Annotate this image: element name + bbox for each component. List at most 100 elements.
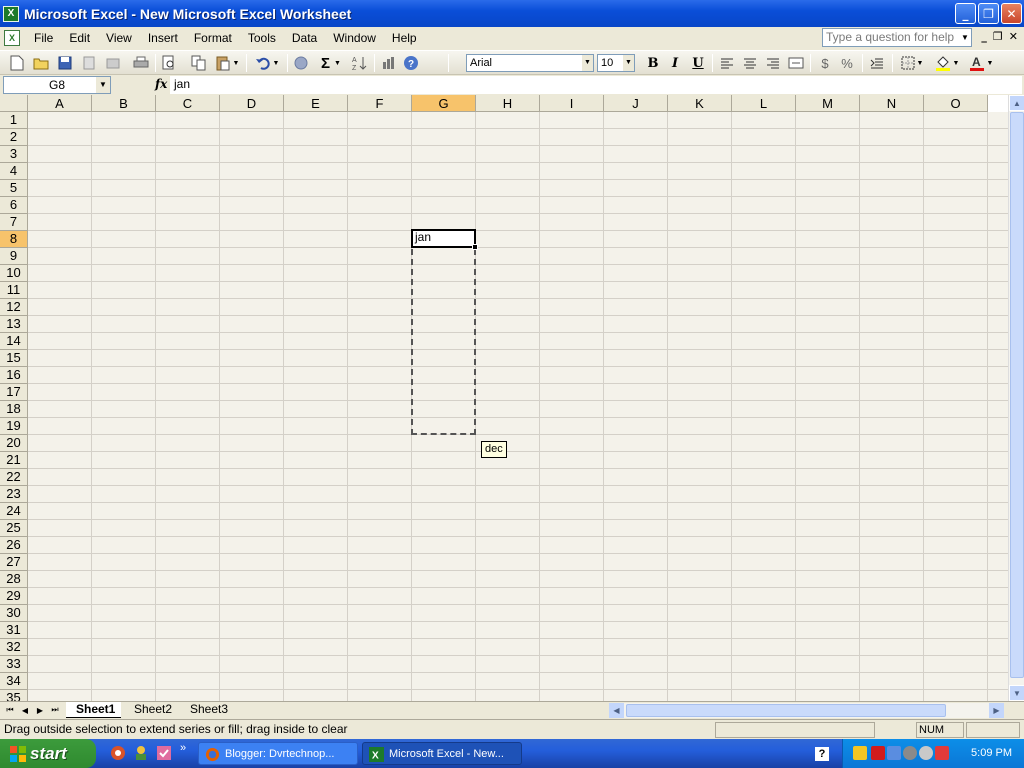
workbook-icon[interactable]: X: [4, 30, 20, 46]
merge-center-button[interactable]: [787, 54, 805, 72]
browser-quicklaunch-icon[interactable]: [110, 745, 126, 761]
row-header-13[interactable]: 13: [0, 316, 28, 333]
row-header-18[interactable]: 18: [0, 401, 28, 418]
column-header-o[interactable]: O: [924, 95, 988, 112]
menu-insert[interactable]: Insert: [140, 27, 186, 49]
percent-button[interactable]: %: [838, 54, 856, 72]
save-button[interactable]: [56, 54, 74, 72]
permission-button[interactable]: [80, 54, 98, 72]
font-name-select[interactable]: Arial ▼: [466, 54, 594, 72]
doc-restore-button[interactable]: ❐: [993, 30, 1003, 43]
help-search-input[interactable]: Type a question for help ▼: [822, 28, 972, 47]
vertical-scrollbar[interactable]: ▲ ▼: [1008, 95, 1024, 701]
open-button[interactable]: [32, 54, 50, 72]
messenger-quicklaunch-icon[interactable]: [133, 745, 149, 761]
italic-button[interactable]: I: [666, 54, 684, 72]
insert-function-icon[interactable]: fx: [155, 77, 167, 91]
row-header-11[interactable]: 11: [0, 282, 28, 299]
help-dropdown-icon[interactable]: ▼: [959, 29, 971, 46]
row-header-26[interactable]: 26: [0, 537, 28, 554]
row-header-24[interactable]: 24: [0, 503, 28, 520]
disk-icon[interactable]: [903, 746, 917, 760]
align-center-button[interactable]: [741, 54, 759, 72]
task-excel[interactable]: X Microsoft Excel - New...: [362, 742, 522, 765]
excel-app-icon[interactable]: X: [3, 5, 19, 22]
copy-button[interactable]: [190, 54, 208, 72]
last-sheet-icon[interactable]: ⏭: [48, 703, 62, 717]
scroll-left-icon[interactable]: ◀: [609, 703, 624, 718]
next-sheet-icon[interactable]: ▶: [33, 703, 47, 717]
network-icon[interactable]: [887, 746, 901, 760]
underline-button[interactable]: U: [689, 54, 707, 72]
row-header-21[interactable]: 21: [0, 452, 28, 469]
align-left-button[interactable]: [718, 54, 736, 72]
minimize-button[interactable]: _: [955, 3, 976, 24]
row-header-32[interactable]: 32: [0, 639, 28, 656]
column-header-g[interactable]: G: [412, 95, 476, 112]
autosum-button[interactable]: Σ ▼: [316, 54, 346, 72]
column-header-k[interactable]: K: [668, 95, 732, 112]
row-header-17[interactable]: 17: [0, 384, 28, 401]
fill-color-button[interactable]: ▼: [932, 54, 962, 72]
column-header-j[interactable]: J: [604, 95, 668, 112]
menu-edit[interactable]: Edit: [61, 27, 98, 49]
menu-format[interactable]: Format: [186, 27, 240, 49]
column-header-c[interactable]: C: [156, 95, 220, 112]
column-header-m[interactable]: M: [796, 95, 860, 112]
sheet-tab-sheet1[interactable]: Sheet1: [66, 702, 122, 718]
quicklaunch-more-icon[interactable]: »: [180, 742, 186, 754]
align-right-button[interactable]: [764, 54, 782, 72]
column-header-b[interactable]: B: [92, 95, 156, 112]
doc-minimize-button[interactable]: _: [981, 30, 987, 43]
menu-view[interactable]: View: [98, 27, 140, 49]
row-header-29[interactable]: 29: [0, 588, 28, 605]
menu-data[interactable]: Data: [284, 27, 325, 49]
row-header-31[interactable]: 31: [0, 622, 28, 639]
horizontal-scroll-thumb[interactable]: [626, 704, 946, 717]
borders-button[interactable]: ▼: [898, 54, 926, 72]
row-header-23[interactable]: 23: [0, 486, 28, 503]
column-header-f[interactable]: F: [348, 95, 412, 112]
name-box[interactable]: G8 ▼: [3, 76, 111, 94]
doc-close-button[interactable]: ✕: [1009, 30, 1018, 43]
menu-window[interactable]: Window: [325, 27, 384, 49]
sheet-tab-sheet2[interactable]: Sheet2: [124, 702, 178, 718]
vertical-scroll-thumb[interactable]: [1010, 112, 1024, 678]
scroll-right-icon[interactable]: ▶: [989, 703, 1004, 718]
sort-ascending-button[interactable]: AZ: [350, 54, 368, 72]
row-header-30[interactable]: 30: [0, 605, 28, 622]
menu-file[interactable]: File: [26, 27, 61, 49]
print-preview-button[interactable]: [160, 54, 178, 72]
decrease-indent-button[interactable]: [868, 54, 886, 72]
row-header-19[interactable]: 19: [0, 418, 28, 435]
row-header-25[interactable]: 25: [0, 520, 28, 537]
menu-tools[interactable]: Tools: [240, 27, 284, 49]
first-sheet-icon[interactable]: ⏮: [3, 703, 17, 717]
hyperlink-button[interactable]: [292, 54, 310, 72]
horizontal-scrollbar[interactable]: ◀ ▶: [609, 703, 1004, 718]
sync-icon[interactable]: [919, 746, 933, 760]
antivirus-icon[interactable]: [871, 746, 885, 760]
new-button[interactable]: [8, 54, 26, 72]
scroll-down-icon[interactable]: ▼: [1009, 685, 1024, 701]
row-header-3[interactable]: 3: [0, 146, 28, 163]
scroll-up-icon[interactable]: ▲: [1009, 95, 1024, 111]
sheet-tab-sheet3[interactable]: Sheet3: [180, 702, 234, 718]
security-shield-icon[interactable]: [853, 746, 867, 760]
print-button[interactable]: [132, 54, 150, 72]
row-header-28[interactable]: 28: [0, 571, 28, 588]
row-header-16[interactable]: 16: [0, 367, 28, 384]
fill-handle[interactable]: [472, 244, 478, 250]
formula-input[interactable]: jan: [170, 76, 1022, 94]
email-button[interactable]: [104, 54, 122, 72]
column-header-l[interactable]: L: [732, 95, 796, 112]
help-tray-icon[interactable]: ?: [815, 747, 829, 761]
menu-help[interactable]: Help: [384, 27, 425, 49]
row-header-10[interactable]: 10: [0, 265, 28, 282]
row-header-8[interactable]: 8: [0, 231, 28, 248]
start-button[interactable]: start: [0, 739, 96, 768]
column-header-d[interactable]: D: [220, 95, 284, 112]
undo-button[interactable]: ▼: [252, 54, 282, 72]
row-header-15[interactable]: 15: [0, 350, 28, 367]
row-header-1[interactable]: 1: [0, 112, 28, 129]
